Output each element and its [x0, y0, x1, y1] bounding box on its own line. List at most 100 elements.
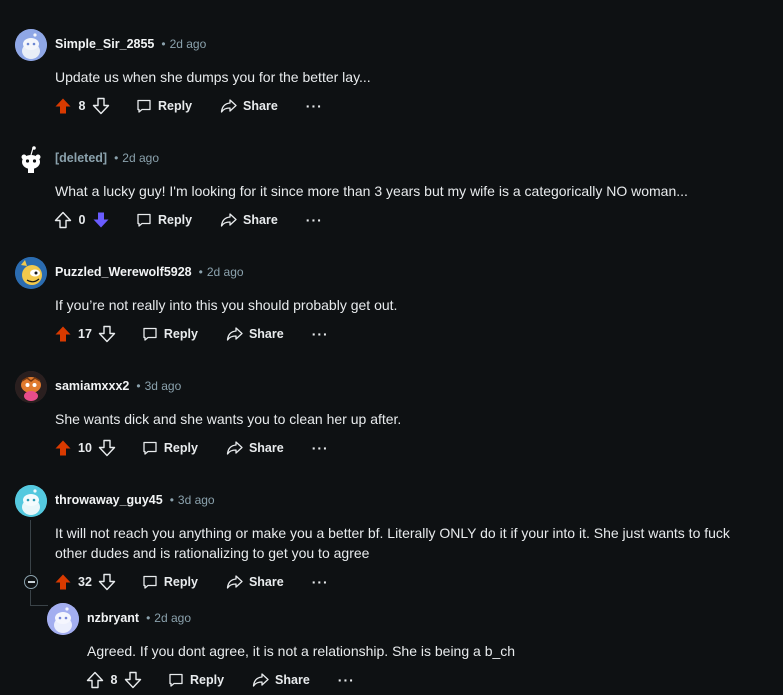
- more-options-button[interactable]: ···: [306, 213, 323, 227]
- share-icon: [220, 99, 237, 113]
- downvote-icon[interactable]: [92, 211, 110, 229]
- reply-label: Reply: [190, 673, 225, 687]
- comment-text: What a lucky guy! I'm looking for it sin…: [55, 183, 688, 199]
- reply-button[interactable]: Reply: [142, 574, 198, 590]
- upvote-icon[interactable]: [54, 97, 72, 115]
- share-button[interactable]: Share: [226, 326, 284, 342]
- share-button[interactable]: Share: [252, 672, 310, 688]
- snoo-avatar-icon: [15, 29, 47, 61]
- share-button[interactable]: Share: [220, 212, 278, 228]
- snoo-deleted-icon: [21, 146, 41, 173]
- upvote-icon[interactable]: [54, 211, 72, 229]
- more-options-button[interactable]: ···: [306, 99, 323, 113]
- reply-button[interactable]: Reply: [136, 98, 192, 114]
- comment-author: [deleted]: [55, 151, 108, 165]
- reply-label: Reply: [163, 575, 198, 589]
- share-icon: [226, 441, 243, 455]
- reply-label: Reply: [163, 327, 198, 341]
- meta-separator: •: [114, 151, 119, 165]
- comment-timestamp[interactable]: 2d ago: [170, 37, 207, 51]
- share-label: Share: [275, 673, 310, 687]
- reply-button[interactable]: Reply: [168, 672, 224, 688]
- share-button[interactable]: Share: [226, 574, 284, 590]
- more-options-button[interactable]: ···: [312, 327, 329, 341]
- downvote-icon[interactable]: [92, 97, 110, 115]
- vote-score: 10: [78, 441, 92, 455]
- reply-label: Reply: [163, 441, 198, 455]
- comment-icon: [143, 575, 157, 589]
- upvote-icon[interactable]: [54, 573, 72, 591]
- comment-icon: [137, 213, 151, 227]
- downvote-icon[interactable]: [98, 573, 116, 591]
- share-button[interactable]: Share: [226, 440, 284, 456]
- vote-score: 32: [78, 575, 92, 589]
- comment-timestamp[interactable]: 3d ago: [178, 493, 215, 507]
- snoo-lavender-avatar-icon: [47, 603, 79, 635]
- share-label: Share: [243, 99, 278, 113]
- share-icon: [252, 673, 269, 687]
- comment-text: If you’re not really into this you shoul…: [55, 297, 398, 313]
- comment-icon: [137, 99, 151, 113]
- avatar[interactable]: [15, 485, 47, 517]
- downvote-icon[interactable]: [98, 325, 116, 343]
- comment-author[interactable]: Simple_Sir_2855: [55, 37, 154, 51]
- reply-label: Reply: [158, 213, 193, 227]
- snoo-yellow-avatar-icon: [15, 257, 47, 289]
- thread-connector: [30, 605, 48, 606]
- meta-separator: •: [169, 493, 174, 507]
- reply-button[interactable]: Reply: [142, 326, 198, 342]
- comment-author[interactable]: nzbryant: [87, 611, 139, 625]
- comment-icon: [143, 327, 157, 341]
- comment-text: It will not reach you anything or make y…: [55, 525, 730, 561]
- snoo-cyan-avatar-icon: [15, 485, 47, 517]
- upvote-icon[interactable]: [54, 325, 72, 343]
- share-icon: [226, 327, 243, 341]
- comment-text: Agreed. If you dont agree, it is not a r…: [87, 643, 516, 659]
- comment-text: Update us when she dumps you for the bet…: [55, 69, 371, 85]
- snoo-orange-avatar-icon: [15, 371, 47, 403]
- share-icon: [220, 213, 237, 227]
- share-icon: [226, 575, 243, 589]
- vote-score: 8: [110, 673, 118, 687]
- comment-icon: [143, 441, 157, 455]
- avatar[interactable]: [15, 143, 47, 175]
- vote-score: 17: [78, 327, 92, 341]
- meta-separator: •: [136, 379, 141, 393]
- share-label: Share: [248, 575, 284, 589]
- comment-author[interactable]: samiamxxx2: [55, 379, 129, 393]
- comment-text: She wants dick and she wants you to clea…: [55, 411, 402, 427]
- meta-separator: •: [198, 265, 203, 279]
- share-button[interactable]: Share: [220, 98, 278, 114]
- comment-author[interactable]: Puzzled_Werewolf5928: [55, 265, 192, 279]
- thread-line[interactable]: [30, 520, 31, 574]
- share-label: Share: [248, 327, 284, 341]
- more-options-button[interactable]: ···: [312, 441, 329, 455]
- avatar[interactable]: [15, 29, 47, 61]
- reply-label: Reply: [158, 99, 193, 113]
- downvote-icon[interactable]: [98, 439, 116, 457]
- upvote-icon[interactable]: [54, 439, 72, 457]
- meta-separator: •: [161, 37, 166, 51]
- reply-button[interactable]: Reply: [142, 440, 198, 456]
- comment-author[interactable]: throwaway_guy45: [55, 493, 163, 507]
- reply-button[interactable]: Reply: [136, 212, 192, 228]
- thread-connector: [30, 590, 31, 606]
- meta-separator: •: [146, 611, 151, 625]
- more-options-button[interactable]: ···: [312, 575, 329, 589]
- comment-timestamp[interactable]: 2d ago: [122, 151, 159, 165]
- upvote-icon[interactable]: [86, 671, 104, 689]
- comment-icon: [169, 673, 183, 687]
- avatar[interactable]: [15, 257, 47, 289]
- avatar[interactable]: [47, 603, 79, 635]
- share-label: Share: [248, 441, 284, 455]
- vote-score: 8: [78, 99, 86, 113]
- vote-score: 0: [78, 213, 86, 227]
- comment-timestamp[interactable]: 2d ago: [207, 265, 244, 279]
- comment-timestamp[interactable]: 2d ago: [154, 611, 191, 625]
- comment-timestamp[interactable]: 3d ago: [145, 379, 182, 393]
- avatar[interactable]: [15, 371, 47, 403]
- collapse-thread-button[interactable]: [24, 575, 38, 589]
- more-options-button[interactable]: ···: [338, 673, 355, 687]
- downvote-icon[interactable]: [124, 671, 142, 689]
- share-label: Share: [243, 213, 278, 227]
